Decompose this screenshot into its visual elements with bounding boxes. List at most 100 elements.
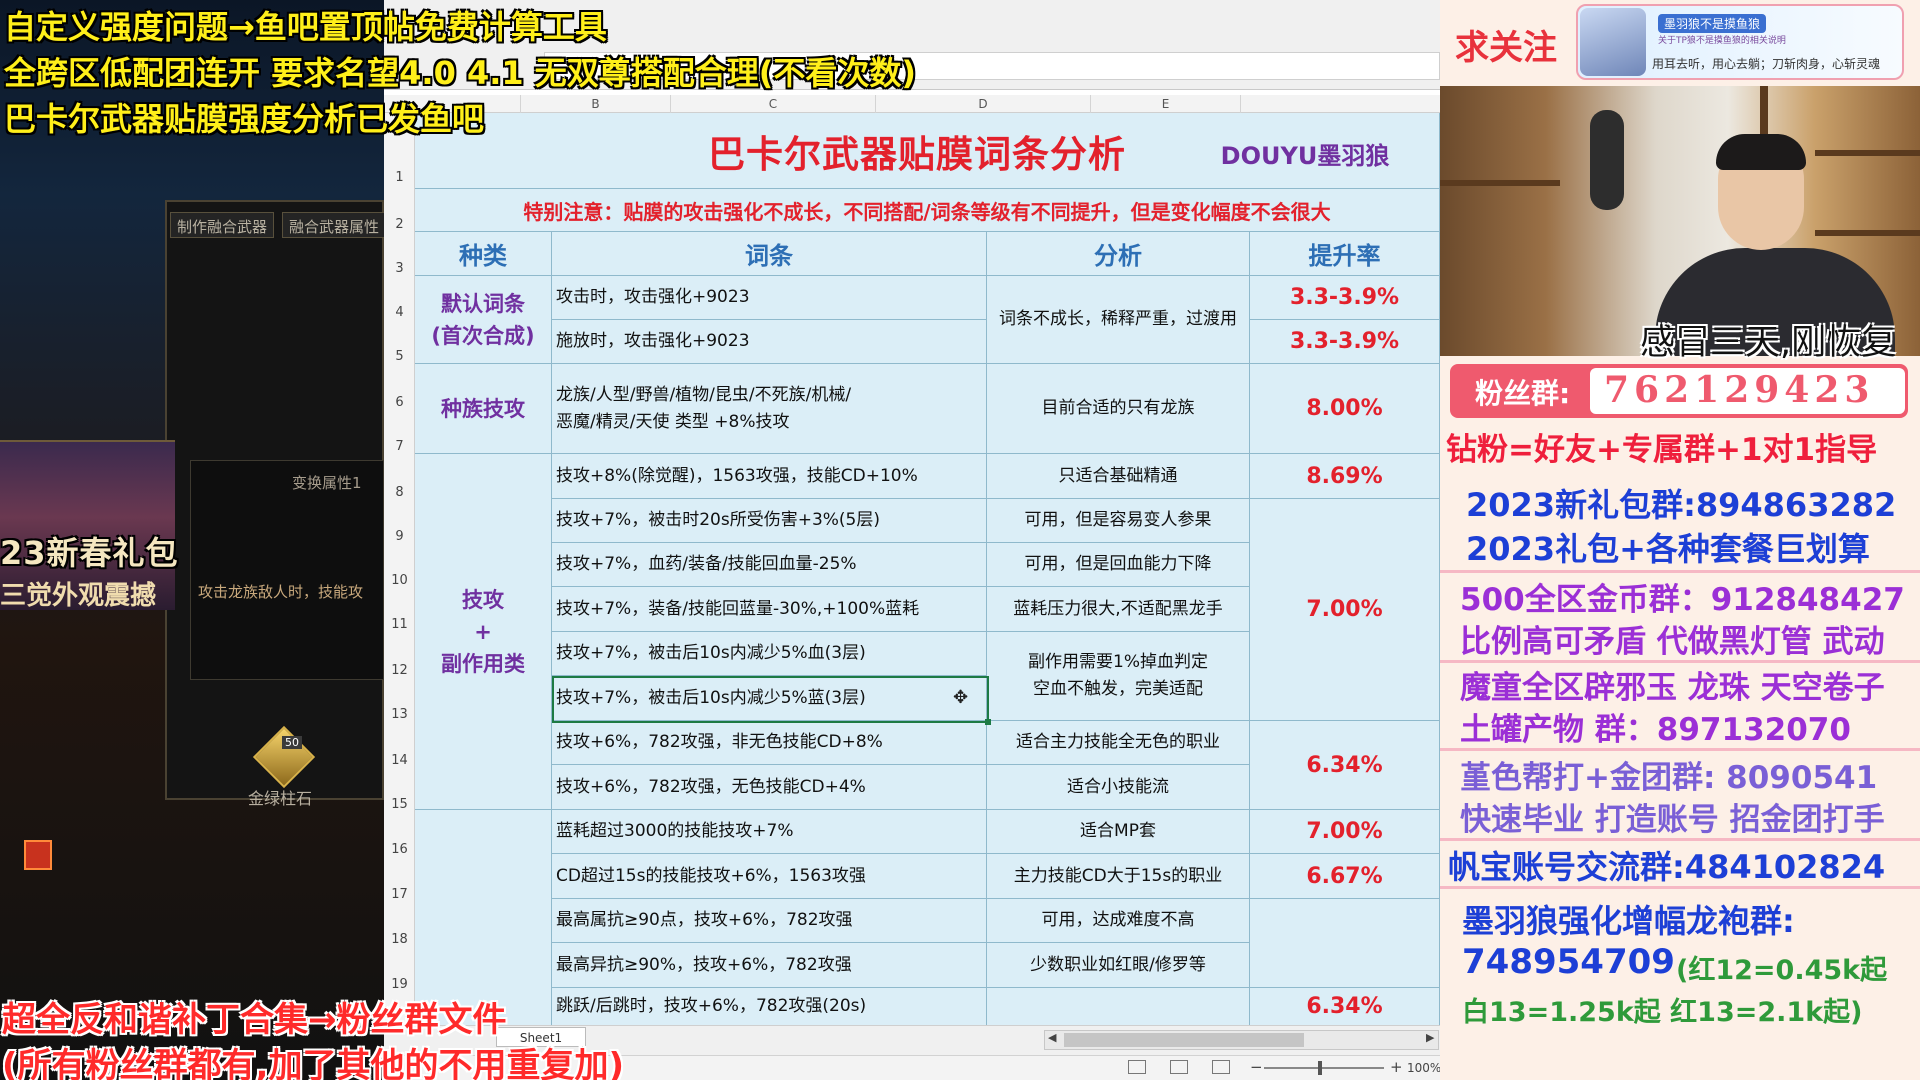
row-number[interactable]: 8 [384, 485, 415, 500]
affix-cell[interactable]: 蓝耗超过3000的技能技攻+7% [552, 810, 987, 854]
row-number[interactable]: 1 [384, 170, 415, 185]
rate-cell[interactable]: 3.3-3.9% [1250, 276, 1440, 320]
affix-cell[interactable]: 技攻+6%，782攻强，无色技能CD+4% [552, 765, 987, 810]
affix-cell-selected[interactable]: 技攻+7%，被击后10s内减少5%蓝(3层) [552, 676, 987, 721]
rate-value: 8.69% [1306, 463, 1383, 489]
scroll-right-icon[interactable]: ▶ [1426, 1031, 1434, 1044]
affix-text: 技攻+6%，782攻强，无色技能CD+4% [556, 776, 866, 797]
rate-cell[interactable]: 8.00% [1250, 364, 1440, 454]
row-number[interactable]: 18 [384, 932, 415, 947]
analysis-cell[interactable]: 适合小技能流 [987, 765, 1250, 810]
row-number[interactable]: 17 [384, 887, 415, 902]
rate-cell[interactable]: 6.34% [1250, 721, 1440, 810]
affix-cell[interactable]: 最高属抗≥90点，技攻+6%，782攻强 [552, 899, 987, 943]
row-number[interactable]: 7 [384, 439, 415, 454]
promo-line: 2023新礼包群:894863282 [1466, 486, 1897, 524]
promo-divider [1440, 748, 1920, 751]
analysis-cell[interactable] [987, 988, 1250, 1025]
analysis-cell[interactable]: 副作用需要1%掉血判定 空血不触发，完美适配 [987, 632, 1250, 721]
column-header-b[interactable]: B [521, 95, 671, 113]
header-category[interactable]: 种类 [415, 232, 552, 276]
row-number[interactable]: 15 [384, 797, 415, 812]
rate-cell[interactable]: 6.67% [1250, 854, 1440, 899]
rate-cell[interactable] [1250, 899, 1440, 988]
promo-line: 墨羽狼强化增幅龙袍群: [1462, 902, 1795, 940]
affix-cell[interactable]: 技攻+8%(除觉醒)，1563攻强，技能CD+10% [552, 454, 987, 499]
event-icon[interactable] [24, 840, 52, 870]
header-analysis-label: 分析 [1094, 242, 1142, 270]
scrollbar-thumb[interactable] [1064, 1033, 1304, 1047]
affix-cell[interactable]: 龙族/人型/野兽/植物/昆虫/不死族/机械/ 恶魔/精灵/天使 类型 +8%技攻 [552, 364, 987, 454]
affix-cell[interactable]: 最高异抗≥90%，技攻+6%，782攻强 [552, 943, 987, 988]
row-number[interactable]: 13 [384, 707, 415, 722]
game-attr-text: 攻击龙族敌人时，技能攻 [198, 583, 364, 601]
analysis-cell[interactable]: 只适合基础精通 [987, 454, 1250, 499]
analysis-cell[interactable]: 蓝耗压力很大,不适配黑龙手 [987, 587, 1250, 632]
tab-fusion-weapon-attr[interactable]: 融合武器属性 [282, 212, 387, 238]
affix-cell[interactable]: 施放时，攻击强化+9023 [552, 320, 987, 364]
affix-cell[interactable]: 技攻+7%，被击时20s所受伤害+3%(5层) [552, 499, 987, 543]
normal-view-icon[interactable] [1128, 1060, 1146, 1074]
analysis-cell[interactable]: 适合MP套 [987, 810, 1250, 854]
category-skill[interactable]: 技攻 + 副作用类 [415, 454, 552, 810]
rate-cell[interactable]: 7.00% [1250, 810, 1440, 854]
analysis-cell[interactable]: 适合主力技能全无色的职业 [987, 721, 1250, 765]
analysis-cell[interactable]: 主力技能CD大于15s的职业 [987, 854, 1250, 899]
category-default[interactable]: 默认词条 (首次合成) [415, 276, 552, 364]
affix-cell[interactable]: 跳跃/后跳时，技攻+6%，782攻强(20s) [552, 988, 987, 1025]
row-number[interactable]: 6 [384, 395, 415, 410]
header-analysis[interactable]: 分析 [987, 232, 1250, 276]
analysis-cell[interactable]: 少数职业如红眼/修罗等 [987, 943, 1250, 988]
zoom-slider-knob[interactable] [1318, 1061, 1322, 1075]
analysis-cell[interactable]: 可用，达成难度不高 [987, 899, 1250, 943]
row-number[interactable]: 14 [384, 753, 415, 768]
banner-name: 墨羽狼不是摸鱼狼 [1658, 14, 1767, 33]
rate-cell[interactable]: 7.00% [1250, 499, 1440, 721]
row-number[interactable]: 12 [384, 663, 415, 678]
zoom-in-icon[interactable]: + [1390, 1058, 1403, 1076]
tab-craft-fusion-weapon[interactable]: 制作融合武器 [170, 212, 275, 238]
row-number[interactable]: 9 [384, 529, 415, 544]
analysis-cell[interactable]: 可用，但是容易变人参果 [987, 499, 1250, 543]
row-number[interactable]: 4 [384, 305, 415, 320]
zoom-level[interactable]: 100% [1407, 1061, 1441, 1075]
affix-cell[interactable]: 技攻+7%，装备/技能回蓝量-30%,+100%蓝耗 [552, 587, 987, 632]
scroll-left-icon[interactable]: ◀ [1048, 1031, 1056, 1044]
category-default-line1: 默认词条 [441, 291, 525, 316]
analysis-cell[interactable]: 词条不成长，稀释严重，过渡用 [987, 276, 1250, 364]
row-number[interactable]: 11 [384, 617, 415, 632]
analysis-cell[interactable]: 可用，但是回血能力下降 [987, 543, 1250, 587]
row-number[interactable]: 16 [384, 842, 415, 857]
page-layout-icon[interactable] [1170, 1060, 1188, 1074]
note-cell[interactable]: 特别注意：贴膜的攻击强化不成长，不同搭配/词条等级有不同提升，但是变化幅度不会很… [415, 189, 1440, 232]
rate-cell[interactable]: 3.3-3.9% [1250, 320, 1440, 364]
zoom-out-icon[interactable]: − [1250, 1058, 1263, 1076]
row-number[interactable]: 5 [384, 349, 415, 364]
column-header-c[interactable]: C [671, 95, 876, 113]
zoom-slider[interactable] [1264, 1067, 1384, 1069]
affix-cell[interactable]: 技攻+7%，血药/装备/技能回血量-25% [552, 543, 987, 587]
header-affix[interactable]: 词条 [552, 232, 987, 276]
rate-cell[interactable]: 8.69% [1250, 454, 1440, 499]
affix-cell[interactable]: 技攻+6%，782攻强，非无色技能CD+8% [552, 721, 987, 765]
affix-cell[interactable]: CD超过15s的技能技攻+6%，1563攻强 [552, 854, 987, 899]
page-break-view-icon[interactable] [1212, 1060, 1230, 1074]
fill-handle[interactable] [985, 719, 991, 725]
category-race[interactable]: 种族技攻 [415, 364, 552, 454]
rate-cell[interactable]: 6.34% [1250, 988, 1440, 1025]
row-number[interactable]: 2 [384, 217, 415, 232]
row-number[interactable]: 3 [384, 261, 415, 276]
affix-text: 技攻+6%，782攻强，非无色技能CD+8% [556, 732, 883, 752]
affix-cell[interactable]: 技攻+7%，被击后10s内减少5%血(3层) [552, 632, 987, 676]
fan-group-number: 762129423 [1604, 369, 1875, 411]
row-number[interactable]: 10 [384, 573, 415, 588]
analysis-cell[interactable]: 目前合适的只有龙族 [987, 364, 1250, 454]
column-header-e[interactable]: E [1091, 95, 1241, 113]
promo-line: 748954709 [1462, 942, 1675, 982]
promo-line: (红12=0.45k起 [1676, 955, 1888, 986]
row-number[interactable]: 19 [384, 977, 415, 992]
affix-cell[interactable]: 攻击时，攻击强化+9023 [552, 276, 987, 320]
header-rate[interactable]: 提升率 [1250, 232, 1440, 276]
column-header-d[interactable]: D [876, 95, 1091, 113]
overlay-bottom-line-1: 超全反和谐补丁合集→粉丝群文件 [2, 1000, 507, 1040]
